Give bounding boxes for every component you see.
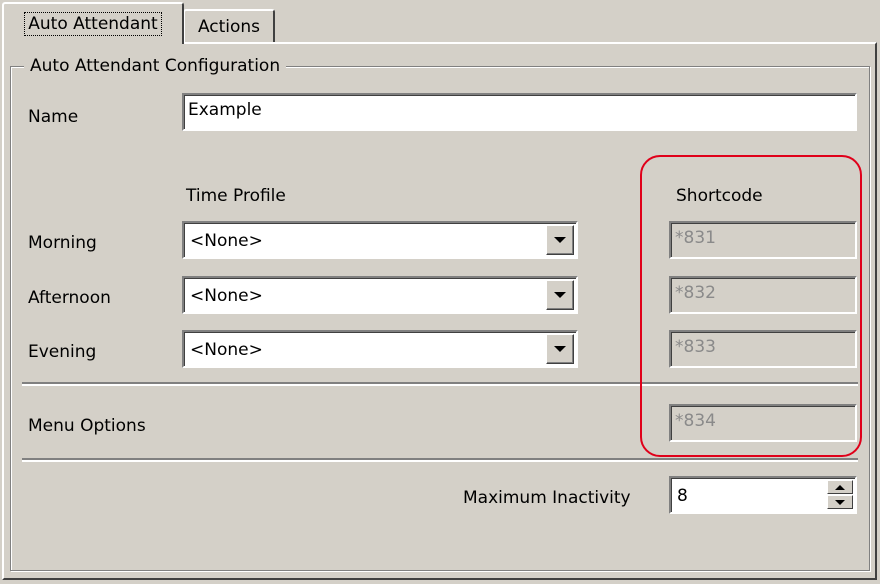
- shortcode-highlight: [640, 155, 862, 457]
- decrement-button[interactable]: [827, 495, 853, 509]
- tab-actions-label: Actions: [197, 17, 261, 37]
- separator: [22, 458, 858, 462]
- morning-dropdown-button[interactable]: [546, 225, 574, 255]
- chevron-down-icon: [554, 346, 566, 352]
- group-title: Auto Attendant Configuration: [24, 55, 287, 77]
- afternoon-time-profile-value: <None>: [190, 286, 263, 306]
- name-input[interactable]: Example: [182, 93, 857, 131]
- time-profile-header: Time Profile: [186, 186, 286, 206]
- chevron-down-icon: [554, 237, 566, 243]
- maximum-inactivity-label: Maximum Inactivity: [463, 488, 631, 508]
- chevron-down-icon: [554, 292, 566, 298]
- afternoon-time-profile-select[interactable]: <None>: [182, 276, 578, 314]
- morning-time-profile-value: <None>: [190, 231, 263, 251]
- afternoon-label: Afternoon: [28, 288, 111, 308]
- tab-auto-attendant[interactable]: Auto Attendant: [2, 2, 184, 44]
- morning-label: Morning: [28, 233, 97, 253]
- name-label: Name: [28, 107, 79, 127]
- tab-actions[interactable]: Actions: [183, 9, 275, 43]
- evening-label: Evening: [28, 342, 97, 362]
- menu-options-label: Menu Options: [28, 416, 146, 436]
- evening-time-profile-select[interactable]: <None>: [182, 330, 578, 368]
- evening-dropdown-button[interactable]: [546, 334, 574, 364]
- evening-time-profile-value: <None>: [190, 340, 263, 360]
- maximum-inactivity-value: 8: [677, 486, 688, 506]
- maximum-inactivity-stepper[interactable]: 8: [669, 476, 857, 514]
- chevron-down-icon: [835, 499, 845, 505]
- chevron-up-icon: [835, 484, 845, 490]
- morning-time-profile-select[interactable]: <None>: [182, 221, 578, 259]
- tab-auto-attendant-label: Auto Attendant: [24, 12, 162, 36]
- afternoon-dropdown-button[interactable]: [546, 280, 574, 310]
- increment-button[interactable]: [827, 480, 853, 494]
